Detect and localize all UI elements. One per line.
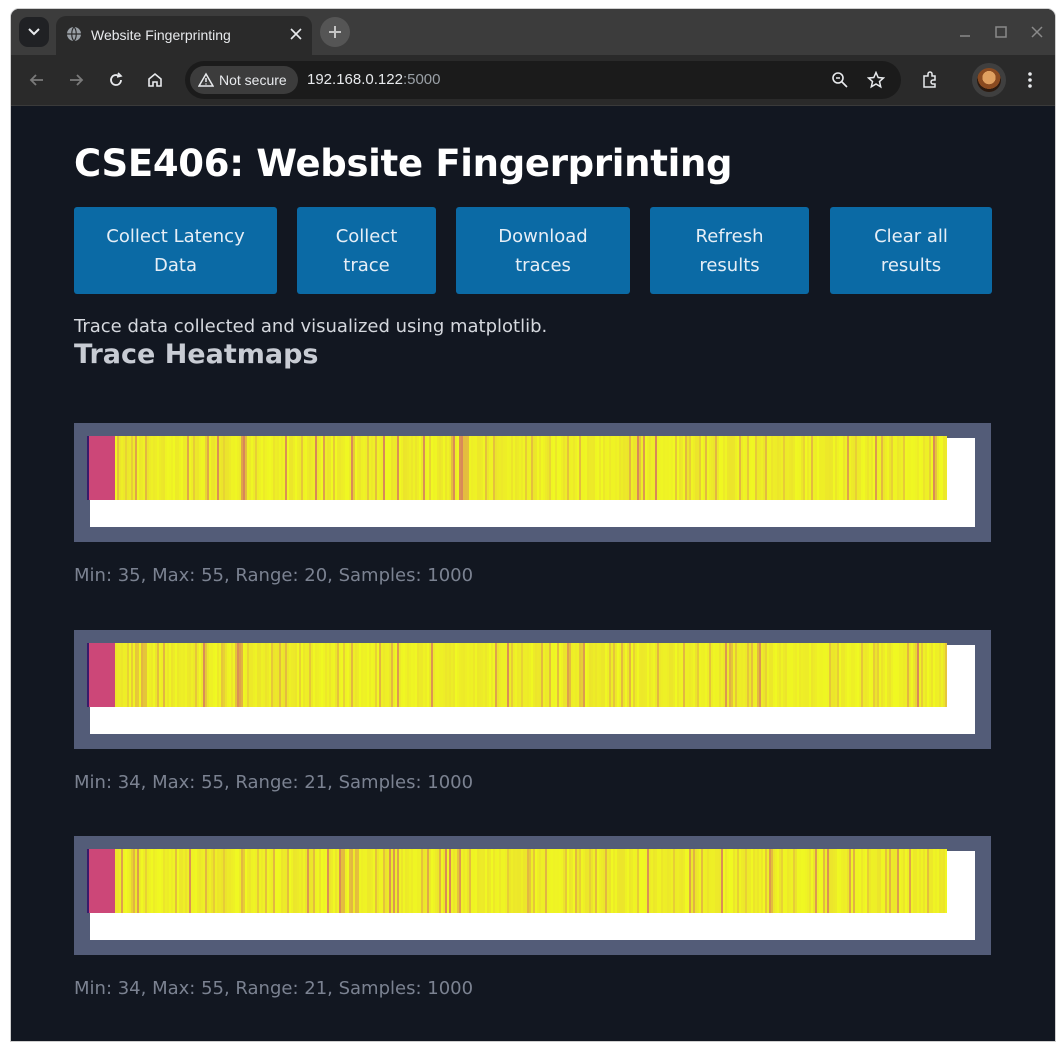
status-message: Trace data collected and visualized usin…: [74, 316, 548, 337]
heatmap-stats: Min: 34, Max: 55, Range: 21, Samples: 10…: [74, 772, 474, 793]
heatmap-image: [87, 436, 947, 500]
section-title: Trace Heatmaps: [74, 339, 319, 370]
collect-latency-data-button[interactable]: Collect Latency Data: [74, 207, 277, 294]
security-label: Not secure: [219, 72, 287, 88]
star-icon[interactable]: [867, 71, 885, 89]
browser-window: Website Fingerprinting Not secure 192.16…: [11, 9, 1055, 1041]
heatmap-image: [87, 643, 947, 707]
minimize-icon[interactable]: [957, 24, 973, 40]
zoom-icon[interactable]: [831, 71, 849, 89]
collect-trace-button[interactable]: Collect trace: [297, 207, 436, 294]
maximize-icon[interactable]: [993, 24, 1009, 40]
new-tab-button[interactable]: [320, 17, 350, 47]
tab-search-button[interactable]: [19, 17, 49, 47]
url-host: 192.168.0.122: [307, 71, 403, 88]
profile-avatar[interactable]: [972, 63, 1006, 97]
globe-icon: [67, 26, 81, 42]
tab-website-fingerprinting[interactable]: Website Fingerprinting: [56, 16, 312, 55]
tab-strip: Website Fingerprinting: [11, 9, 1055, 55]
avatar-image: [977, 68, 1001, 92]
close-icon[interactable]: [290, 28, 302, 40]
page-content: CSE406: Website Fingerprinting Collect L…: [11, 106, 1055, 1041]
heatmap-stats: Min: 35, Max: 55, Range: 20, Samples: 10…: [74, 565, 474, 586]
tab-title: Website Fingerprinting: [91, 27, 231, 43]
extensions-icon[interactable]: [920, 70, 940, 90]
heatmap-frame: [74, 836, 991, 955]
refresh-results-button[interactable]: Refresh results: [650, 207, 809, 294]
clear-all-results-button[interactable]: Clear all results: [830, 207, 992, 294]
heatmap-image: [87, 849, 947, 913]
warning-icon: [198, 72, 214, 87]
window-close-icon[interactable]: [1029, 24, 1045, 40]
heatmap-frame: [74, 630, 991, 749]
url-port: :5000: [402, 71, 441, 88]
reload-icon[interactable]: [106, 70, 126, 90]
heatmap-stats: Min: 34, Max: 55, Range: 21, Samples: 10…: [74, 978, 474, 999]
heatmap-frame: [74, 423, 991, 542]
tab-search-icon: [28, 28, 40, 36]
plus-icon: [329, 26, 341, 38]
browser-toolbar: Not secure 192.168.0.122:5000: [11, 55, 1055, 106]
security-chip[interactable]: Not secure: [190, 66, 298, 94]
address-bar[interactable]: Not secure 192.168.0.122:5000: [185, 61, 901, 99]
download-traces-button[interactable]: Download traces: [456, 207, 630, 294]
back-icon[interactable]: [27, 70, 47, 90]
home-icon[interactable]: [145, 70, 165, 90]
url-text[interactable]: 192.168.0.122:5000: [307, 71, 440, 88]
page-title: CSE406: Website Fingerprinting: [74, 142, 733, 185]
forward-icon[interactable]: [66, 70, 86, 90]
menu-icon[interactable]: [1020, 70, 1040, 90]
